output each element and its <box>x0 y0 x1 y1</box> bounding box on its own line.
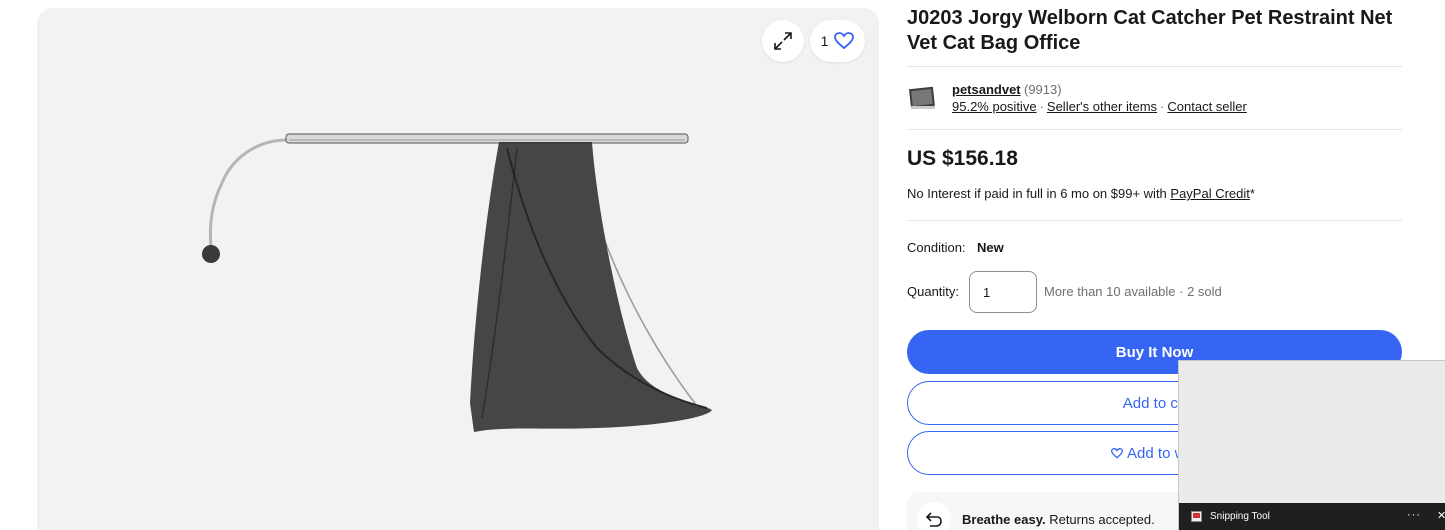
close-button[interactable]: ✕ <box>1437 509 1445 522</box>
more-options-button[interactable]: ··· <box>1407 509 1421 521</box>
returns-detail: Returns accepted. <box>1045 512 1155 527</box>
credit-offer: No Interest if paid in full in 6 mo on $… <box>907 186 1255 201</box>
return-arrow-icon <box>925 512 942 527</box>
listing-title: J0203 Jorgy Welborn Cat Catcher Pet Rest… <box>907 7 1393 54</box>
snipping-tool-icon <box>1191 511 1202 522</box>
returns-headline: Breathe easy. <box>962 512 1046 527</box>
seller-name-link[interactable]: petsandvet <box>952 82 1021 97</box>
snipping-tool-window[interactable]: Snipping Tool ··· ✕ <box>1178 360 1445 530</box>
condition-value: New <box>977 240 1004 255</box>
credit-text: No Interest if paid in full in 6 mo on $… <box>907 186 1171 201</box>
credit-suffix: * <box>1249 186 1255 201</box>
product-image[interactable] <box>37 8 879 530</box>
returns-text: Breathe easy. Returns accepted. <box>962 512 1155 527</box>
paypal-credit-link[interactable]: PayPal Credit <box>1170 186 1249 201</box>
buy-it-now-label: Buy It Now <box>1115 343 1194 361</box>
returns-icon-wrap <box>917 502 951 530</box>
expand-button[interactable] <box>762 20 804 62</box>
expand-icon <box>774 32 792 50</box>
watch-count-button[interactable]: 1 <box>810 20 865 62</box>
quantity-label: Quantity: <box>907 284 960 299</box>
heart-icon <box>1111 447 1124 459</box>
add-to-cart-label: Add to ca <box>1122 394 1187 412</box>
seller-other-items-link[interactable]: Seller's other items <box>1047 99 1157 114</box>
product-image-gallery[interactable]: 1 <box>37 8 879 530</box>
watch-count: 1 <box>820 33 829 49</box>
heart-icon <box>834 32 855 50</box>
divider <box>907 66 1402 67</box>
quantity-input[interactable] <box>969 271 1037 313</box>
snipping-tool-titlebar[interactable]: Snipping Tool ··· ✕ <box>1179 503 1445 530</box>
seller-avatar[interactable] <box>907 84 939 114</box>
divider <box>907 220 1402 221</box>
snipping-tool-title: Snipping Tool <box>1210 511 1270 522</box>
separator: · <box>1160 99 1165 114</box>
seller-links: 95.2% positive · Seller's other items · Cont… <box>952 99 1247 114</box>
separator: · <box>1039 99 1044 114</box>
quantity-availability: More than 10 available · 2 sold <box>1044 284 1222 299</box>
seller-positive-link[interactable]: 95.2% positive <box>952 99 1037 114</box>
item-price: US $156.18 <box>907 147 1018 170</box>
contact-seller-link[interactable]: Contact seller <box>1167 99 1246 114</box>
seller-feedback-count: (9913) <box>1024 82 1062 97</box>
condition-label: Condition: <box>907 240 966 255</box>
divider <box>907 129 1402 130</box>
